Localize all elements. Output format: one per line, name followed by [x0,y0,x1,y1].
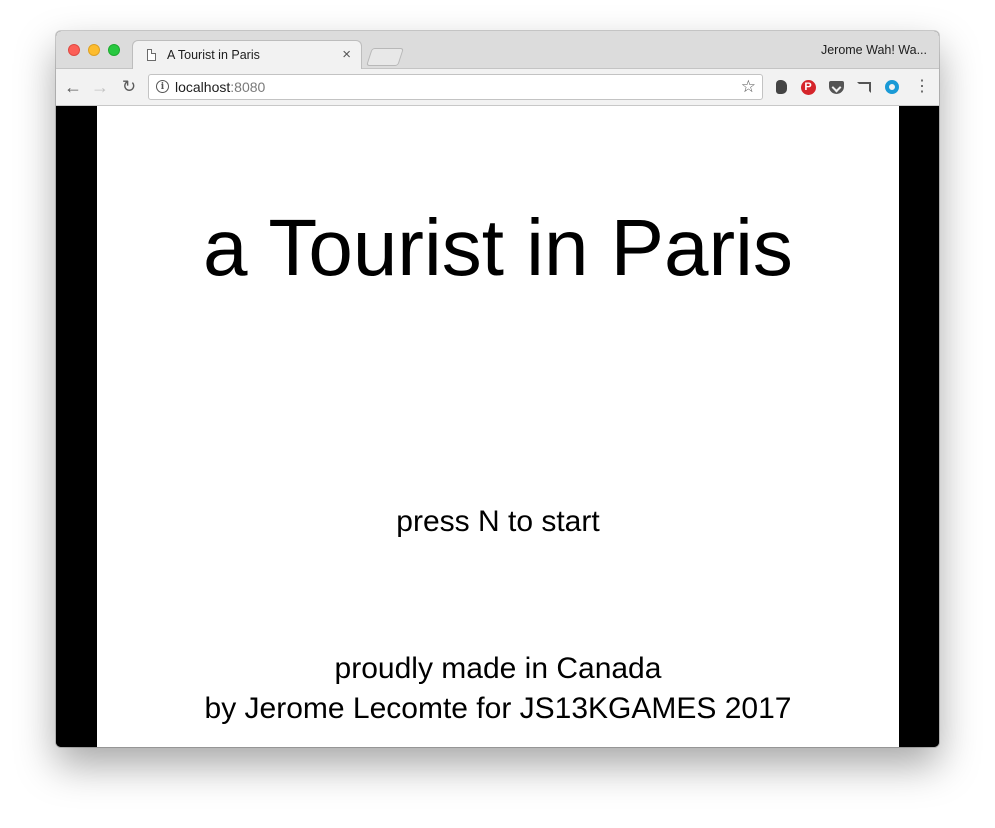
browser-menu-icon[interactable]: ⋮ [914,77,930,97]
url-text[interactable]: localhost:8080 [175,79,265,95]
forward-arrow-icon[interactable]: → [89,76,111,98]
title-bar: A Tourist in Paris × Jerome Wah! Wa... [56,31,939,70]
url-port: :8080 [230,79,266,95]
document-icon [147,49,156,61]
tab-close-icon[interactable]: × [342,46,351,64]
browser-window: A Tourist in Paris × Jerome Wah! Wa... ←… [56,31,939,747]
cast-icon[interactable] [855,78,873,96]
bookmark-star-icon[interactable]: ☆ [741,77,756,97]
start-prompt: press N to start [396,505,600,538]
profile-name[interactable]: Jerome Wah! Wa... [821,43,927,57]
browser-toolbar: ← → ↻ i localhost:8080 ☆ P ⋮ [56,69,939,106]
pocket-icon[interactable] [827,78,845,96]
new-tab-button[interactable] [366,48,404,66]
window-maximize-button[interactable] [108,44,120,56]
window-minimize-button[interactable] [88,44,100,56]
circle-ring-icon[interactable] [883,78,901,96]
tab-title: A Tourist in Paris [167,48,260,62]
url-host: localhost [175,79,231,95]
pinterest-icon[interactable]: P [799,78,817,96]
address-bar[interactable]: i localhost:8080 ☆ [148,74,763,100]
evernote-icon[interactable] [772,78,790,96]
credit-line-2: by Jerome Lecomte for JS13KGAMES 2017 [204,692,792,725]
game-title: a Tourist in Paris [203,203,793,292]
window-close-button[interactable] [68,44,80,56]
back-arrow-icon[interactable]: ← [62,76,84,98]
game-canvas[interactable]: a Tourist in Paris press N to start prou… [97,106,899,747]
credit-line-1: proudly made in Canada [334,652,662,685]
page-content: a Tourist in Paris press N to start prou… [56,106,939,747]
browser-tab[interactable]: A Tourist in Paris × [132,40,362,70]
info-icon[interactable]: i [156,80,169,93]
reload-icon[interactable]: ↻ [118,76,140,98]
